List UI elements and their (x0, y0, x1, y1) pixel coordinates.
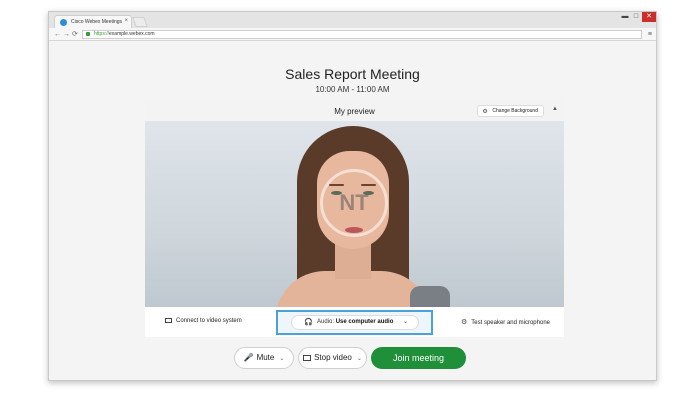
join-meeting-button[interactable]: Join meeting (371, 347, 466, 369)
chevron-down-icon: ⌄ (402, 319, 408, 325)
watermark-logo: NT (320, 169, 388, 237)
stop-video-button[interactable]: Stop video ⌄ (298, 347, 367, 369)
background-icon: ⚙ (482, 109, 488, 115)
connect-video-system-button[interactable]: Connect to video system (165, 318, 242, 324)
lock-icon (86, 32, 90, 36)
audio-select[interactable]: 🎧 Audio: Use computer audio ⌄ (291, 315, 419, 330)
audio-label: Audio: (317, 319, 335, 325)
url-input[interactable]: https://example.webex.com (82, 30, 642, 39)
mute-button[interactable]: 🎤 Mute ⌄ (234, 347, 294, 369)
browser-tab[interactable]: Cisco Webex Meetings × (54, 15, 132, 28)
screen-cast-icon (165, 318, 172, 323)
connect-video-label: Connect to video system (176, 318, 242, 324)
tab-title: Cisco Webex Meetings (71, 19, 123, 25)
url-host: example.webex.com (109, 31, 155, 37)
audio-value: Use computer audio (335, 319, 394, 325)
address-bar-row: ← → ⟳ https://example.webex.com ≡ (49, 28, 656, 41)
maximize-button[interactable]: □ (631, 12, 641, 22)
tab-close-icon[interactable]: × (124, 18, 128, 24)
url-scheme: https:// (94, 31, 110, 37)
chevron-down-icon[interactable]: ⌄ (357, 356, 362, 362)
title-bar: Cisco Webex Meetings × ▬ □ ✕ (49, 12, 656, 28)
forward-icon[interactable]: → (63, 30, 70, 39)
test-speaker-button[interactable]: ⚙ Test speaker and microphone (461, 318, 550, 326)
chevron-down-icon[interactable]: ⌄ (279, 356, 284, 362)
meeting-time: 10:00 AM - 11:00 AM (315, 85, 390, 94)
webex-favicon-icon (60, 19, 67, 26)
stop-video-label: Stop video (314, 353, 352, 362)
preview-options-bar: Connect to video system 🎧 Audio: Use com… (145, 307, 564, 337)
self-video-feed: NT (145, 121, 564, 307)
collapse-preview-icon[interactable]: ▲ (552, 106, 558, 112)
browser-menu-icon[interactable]: ≡ (648, 30, 652, 39)
gear-icon: ⚙ (461, 319, 468, 326)
video-preview-panel: My preview ⚙ Change Background ▲ NT Conn… (145, 101, 564, 337)
close-window-button[interactable]: ✕ (642, 12, 656, 22)
meeting-title: Sales Report Meeting (285, 66, 420, 82)
browser-window: Cisco Webex Meetings × ▬ □ ✕ ← → ⟳ https… (48, 11, 657, 381)
preview-header: My preview ⚙ Change Background ▲ (145, 101, 564, 121)
change-background-button[interactable]: ⚙ Change Background (477, 105, 544, 117)
reload-icon[interactable]: ⟳ (72, 30, 78, 39)
headset-icon: 🎧 (304, 319, 313, 326)
change-background-label: Change Background (492, 108, 538, 114)
audio-select-highlight: 🎧 Audio: Use computer audio ⌄ (276, 310, 433, 335)
test-speaker-label: Test speaker and microphone (471, 320, 550, 326)
person-top (410, 286, 450, 307)
microphone-icon: 🎤 (243, 353, 254, 362)
new-tab-button[interactable] (132, 17, 148, 27)
minimize-button[interactable]: ▬ (620, 12, 630, 22)
camera-icon (303, 355, 312, 361)
back-icon[interactable]: ← (54, 30, 61, 39)
mute-label: Mute (256, 353, 275, 362)
